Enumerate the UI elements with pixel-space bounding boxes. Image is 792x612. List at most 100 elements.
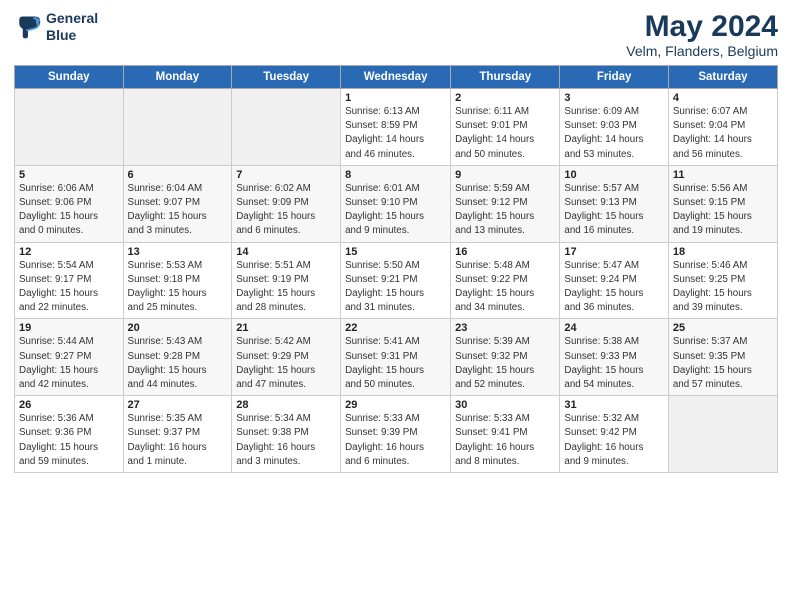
day-number: 12	[19, 246, 119, 258]
calendar-cell: 31Sunrise: 5:32 AM Sunset: 9:42 PM Dayli…	[560, 396, 668, 473]
day-number: 8	[345, 169, 446, 181]
day-number: 14	[236, 246, 336, 258]
calendar-cell: 29Sunrise: 5:33 AM Sunset: 9:39 PM Dayli…	[341, 396, 451, 473]
day-info: Sunrise: 5:50 AM Sunset: 9:21 PM Dayligh…	[345, 259, 446, 316]
calendar-cell: 26Sunrise: 5:36 AM Sunset: 9:36 PM Dayli…	[15, 396, 124, 473]
logo-icon	[14, 13, 42, 41]
main-title: May 2024	[626, 10, 778, 43]
day-number: 25	[673, 322, 773, 334]
day-number: 1	[345, 92, 446, 104]
weekday-header-thursday: Thursday	[451, 66, 560, 89]
calendar-cell: 27Sunrise: 5:35 AM Sunset: 9:37 PM Dayli…	[123, 396, 232, 473]
calendar-cell: 7Sunrise: 6:02 AM Sunset: 9:09 PM Daylig…	[232, 165, 341, 242]
day-number: 15	[345, 246, 446, 258]
calendar-cell	[15, 89, 124, 166]
logo: General Blue	[14, 10, 98, 44]
week-row-3: 12Sunrise: 5:54 AM Sunset: 9:17 PM Dayli…	[15, 242, 778, 319]
calendar-cell: 11Sunrise: 5:56 AM Sunset: 9:15 PM Dayli…	[668, 165, 777, 242]
day-number: 20	[128, 322, 228, 334]
calendar-cell: 6Sunrise: 6:04 AM Sunset: 9:07 PM Daylig…	[123, 165, 232, 242]
day-info: Sunrise: 5:35 AM Sunset: 9:37 PM Dayligh…	[128, 412, 228, 469]
week-row-4: 19Sunrise: 5:44 AM Sunset: 9:27 PM Dayli…	[15, 319, 778, 396]
calendar-cell: 4Sunrise: 6:07 AM Sunset: 9:04 PM Daylig…	[668, 89, 777, 166]
day-number: 10	[564, 169, 663, 181]
calendar-cell: 16Sunrise: 5:48 AM Sunset: 9:22 PM Dayli…	[451, 242, 560, 319]
day-number: 13	[128, 246, 228, 258]
weekday-header-tuesday: Tuesday	[232, 66, 341, 89]
day-info: Sunrise: 5:53 AM Sunset: 9:18 PM Dayligh…	[128, 259, 228, 316]
logo-line1: General	[46, 10, 98, 26]
day-number: 30	[455, 399, 555, 411]
logo-line2: Blue	[46, 27, 76, 43]
calendar-cell: 17Sunrise: 5:47 AM Sunset: 9:24 PM Dayli…	[560, 242, 668, 319]
day-number: 28	[236, 399, 336, 411]
day-info: Sunrise: 5:38 AM Sunset: 9:33 PM Dayligh…	[564, 335, 663, 392]
day-info: Sunrise: 6:07 AM Sunset: 9:04 PM Dayligh…	[673, 105, 773, 162]
day-number: 16	[455, 246, 555, 258]
day-info: Sunrise: 5:36 AM Sunset: 9:36 PM Dayligh…	[19, 412, 119, 469]
day-number: 21	[236, 322, 336, 334]
calendar-cell	[668, 396, 777, 473]
day-info: Sunrise: 5:34 AM Sunset: 9:38 PM Dayligh…	[236, 412, 336, 469]
day-info: Sunrise: 5:44 AM Sunset: 9:27 PM Dayligh…	[19, 335, 119, 392]
day-info: Sunrise: 5:47 AM Sunset: 9:24 PM Dayligh…	[564, 259, 663, 316]
calendar-cell: 5Sunrise: 6:06 AM Sunset: 9:06 PM Daylig…	[15, 165, 124, 242]
calendar-cell	[123, 89, 232, 166]
calendar-cell: 24Sunrise: 5:38 AM Sunset: 9:33 PM Dayli…	[560, 319, 668, 396]
logo-text: General Blue	[46, 10, 98, 44]
day-info: Sunrise: 6:06 AM Sunset: 9:06 PM Dayligh…	[19, 182, 119, 239]
day-info: Sunrise: 6:04 AM Sunset: 9:07 PM Dayligh…	[128, 182, 228, 239]
calendar-cell: 28Sunrise: 5:34 AM Sunset: 9:38 PM Dayli…	[232, 396, 341, 473]
weekday-header-friday: Friday	[560, 66, 668, 89]
day-number: 31	[564, 399, 663, 411]
calendar-cell: 9Sunrise: 5:59 AM Sunset: 9:12 PM Daylig…	[451, 165, 560, 242]
calendar-cell	[232, 89, 341, 166]
calendar-cell: 23Sunrise: 5:39 AM Sunset: 9:32 PM Dayli…	[451, 319, 560, 396]
calendar-cell: 25Sunrise: 5:37 AM Sunset: 9:35 PM Dayli…	[668, 319, 777, 396]
day-info: Sunrise: 5:41 AM Sunset: 9:31 PM Dayligh…	[345, 335, 446, 392]
day-info: Sunrise: 5:51 AM Sunset: 9:19 PM Dayligh…	[236, 259, 336, 316]
calendar-cell: 19Sunrise: 5:44 AM Sunset: 9:27 PM Dayli…	[15, 319, 124, 396]
weekday-header-saturday: Saturday	[668, 66, 777, 89]
day-number: 26	[19, 399, 119, 411]
day-info: Sunrise: 5:39 AM Sunset: 9:32 PM Dayligh…	[455, 335, 555, 392]
calendar-cell: 13Sunrise: 5:53 AM Sunset: 9:18 PM Dayli…	[123, 242, 232, 319]
day-info: Sunrise: 6:09 AM Sunset: 9:03 PM Dayligh…	[564, 105, 663, 162]
calendar-cell: 30Sunrise: 5:33 AM Sunset: 9:41 PM Dayli…	[451, 396, 560, 473]
header: General Blue May 2024 Velm, Flanders, Be…	[14, 10, 778, 59]
calendar-cell: 3Sunrise: 6:09 AM Sunset: 9:03 PM Daylig…	[560, 89, 668, 166]
weekday-header-wednesday: Wednesday	[341, 66, 451, 89]
day-info: Sunrise: 6:13 AM Sunset: 8:59 PM Dayligh…	[345, 105, 446, 162]
day-info: Sunrise: 5:48 AM Sunset: 9:22 PM Dayligh…	[455, 259, 555, 316]
weekday-header-monday: Monday	[123, 66, 232, 89]
calendar-cell: 12Sunrise: 5:54 AM Sunset: 9:17 PM Dayli…	[15, 242, 124, 319]
week-row-1: 1Sunrise: 6:13 AM Sunset: 8:59 PM Daylig…	[15, 89, 778, 166]
day-info: Sunrise: 5:59 AM Sunset: 9:12 PM Dayligh…	[455, 182, 555, 239]
day-number: 4	[673, 92, 773, 104]
calendar-cell: 1Sunrise: 6:13 AM Sunset: 8:59 PM Daylig…	[341, 89, 451, 166]
calendar-cell: 14Sunrise: 5:51 AM Sunset: 9:19 PM Dayli…	[232, 242, 341, 319]
day-info: Sunrise: 5:56 AM Sunset: 9:15 PM Dayligh…	[673, 182, 773, 239]
subtitle: Velm, Flanders, Belgium	[626, 43, 778, 59]
day-info: Sunrise: 5:33 AM Sunset: 9:41 PM Dayligh…	[455, 412, 555, 469]
day-number: 22	[345, 322, 446, 334]
day-number: 18	[673, 246, 773, 258]
calendar: SundayMondayTuesdayWednesdayThursdayFrid…	[14, 65, 778, 473]
day-number: 6	[128, 169, 228, 181]
week-row-5: 26Sunrise: 5:36 AM Sunset: 9:36 PM Dayli…	[15, 396, 778, 473]
calendar-body: 1Sunrise: 6:13 AM Sunset: 8:59 PM Daylig…	[15, 89, 778, 473]
day-info: Sunrise: 5:43 AM Sunset: 9:28 PM Dayligh…	[128, 335, 228, 392]
week-row-2: 5Sunrise: 6:06 AM Sunset: 9:06 PM Daylig…	[15, 165, 778, 242]
day-number: 3	[564, 92, 663, 104]
day-number: 27	[128, 399, 228, 411]
day-number: 19	[19, 322, 119, 334]
calendar-cell: 21Sunrise: 5:42 AM Sunset: 9:29 PM Dayli…	[232, 319, 341, 396]
day-number: 23	[455, 322, 555, 334]
day-number: 5	[19, 169, 119, 181]
day-info: Sunrise: 6:02 AM Sunset: 9:09 PM Dayligh…	[236, 182, 336, 239]
day-info: Sunrise: 5:42 AM Sunset: 9:29 PM Dayligh…	[236, 335, 336, 392]
day-info: Sunrise: 5:46 AM Sunset: 9:25 PM Dayligh…	[673, 259, 773, 316]
calendar-cell: 20Sunrise: 5:43 AM Sunset: 9:28 PM Dayli…	[123, 319, 232, 396]
calendar-cell: 10Sunrise: 5:57 AM Sunset: 9:13 PM Dayli…	[560, 165, 668, 242]
day-number: 17	[564, 246, 663, 258]
